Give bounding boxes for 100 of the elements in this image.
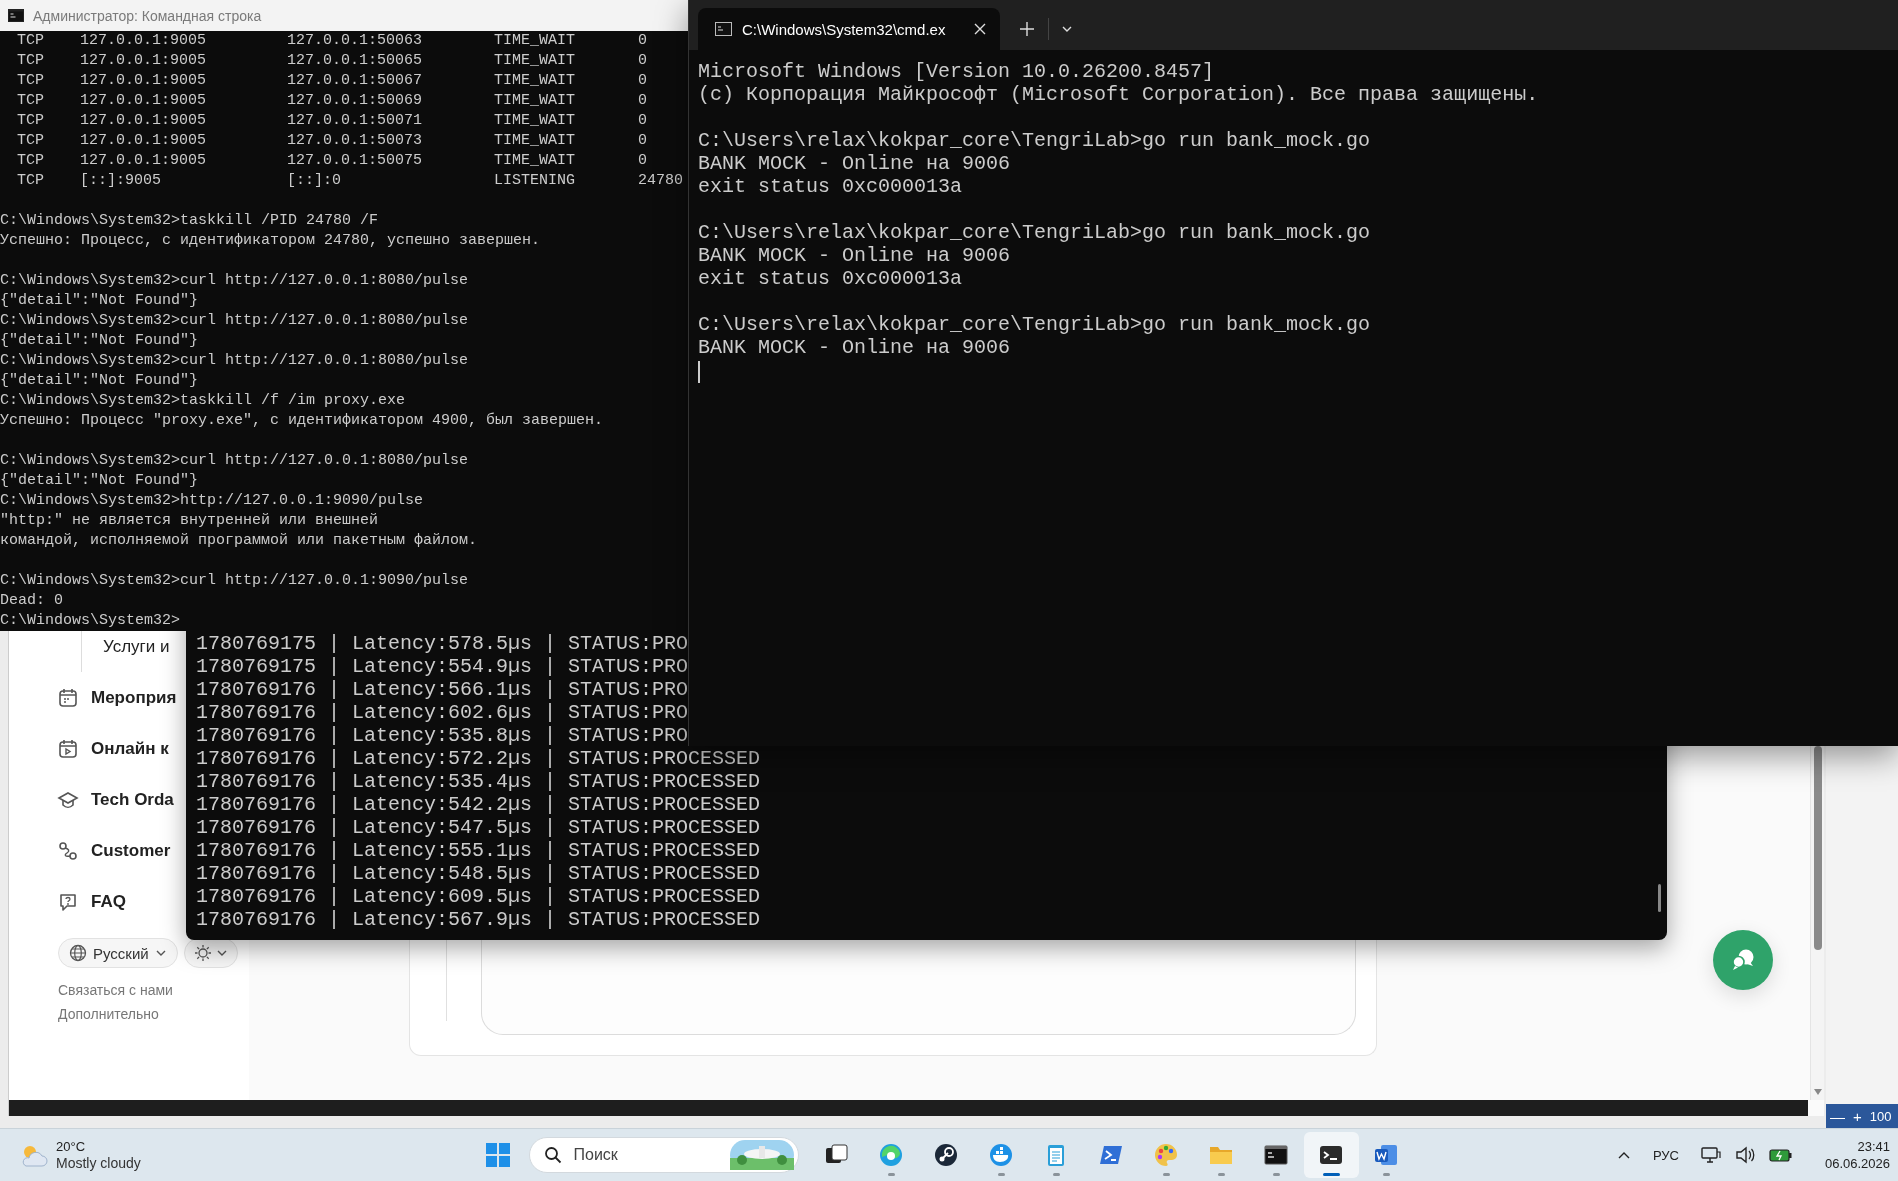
search-icon — [543, 1146, 562, 1164]
console-line: C:\Windows\System32>curl http://127.0.0.1:8080/pulse — [0, 271, 469, 291]
globe-icon — [69, 944, 87, 962]
sidebar-item[interactable]: Customer — [91, 840, 171, 861]
sidebar-item[interactable]: Услуги и — [103, 637, 170, 657]
table-cell-text: 0 — [638, 71, 648, 91]
weather-widget[interactable]: 20°C Mostly cloudy — [18, 1138, 141, 1172]
weather-condition: Mostly cloudy — [56, 1155, 141, 1172]
running-indicator — [1052, 1173, 1060, 1176]
temperature: 20°C — [56, 1138, 87, 1155]
table-cell-text: [::]:0 — [287, 171, 342, 191]
sidebar-item[interactable]: Мероприя — [91, 687, 177, 708]
language-selector[interactable]: Русский — [58, 938, 178, 968]
table-cell-text: 24780 — [638, 171, 684, 191]
table-cell-text: TIME_WAIT — [494, 31, 576, 51]
footer-link[interactable]: Связаться с нами — [58, 978, 249, 1002]
input-language[interactable]: РУС — [1652, 1147, 1679, 1163]
table-cell-text: 0 — [638, 51, 648, 71]
console-line: BANK MOCK - Online на 9006 — [698, 244, 1011, 267]
table-cell-text: TCP — [17, 151, 45, 171]
table-cell-text: 127.0.0.1:50071 — [287, 111, 424, 131]
text-cursor — [698, 361, 700, 383]
table-cell-text: TCP — [17, 171, 45, 191]
log-line: 1780769176 | Latency:542.2µs | STATUS:PROCESSED — [196, 793, 761, 816]
sidebar-item[interactable]: Tech Orda — [91, 789, 174, 810]
log-line: 1780769176 | Latency:566.1µs | STATUS:PRO — [196, 678, 689, 701]
console-line: exit status 0xc000013a — [698, 267, 963, 290]
table-cell-text: TCP — [17, 51, 45, 71]
console-line: Успешно: Процесс, с идентификатором 24780, успешно завершен. — [0, 231, 541, 251]
volume-icon[interactable] — [1734, 1146, 1755, 1164]
palette-icon — [1153, 1142, 1179, 1168]
battery-icon[interactable] — [1768, 1147, 1793, 1163]
table-cell-text: TIME_WAIT — [494, 131, 576, 151]
document-icon — [1373, 1142, 1399, 1168]
log-line: 1780769175 | Latency:554.9µs | STATUS:PRO — [196, 655, 689, 678]
table-cell-text: 127.0.0.1:9005 — [80, 111, 208, 131]
tab[interactable]: C:\Windows\System32\cmd.ex — [698, 8, 1000, 50]
console-line: C:\Windows\System32>taskkill /f /im proxy.exe — [0, 391, 406, 411]
log-line: 1780769176 | Latency:572.2µs | STATUS:PROCESSED — [196, 747, 761, 770]
table-cell-text: 127.0.0.1:9005 — [80, 51, 208, 71]
log-line: 1780769176 | Latency:555.1µs | STATUS:PROCESSED — [196, 839, 761, 862]
table-cell-text: [::]:9005 — [80, 171, 162, 191]
table-cell-text: 127.0.0.1:9005 — [80, 71, 208, 91]
console-line: BANK MOCK - Online на 9006 — [698, 336, 1011, 359]
zoom-in-button[interactable]: + — [1853, 1107, 1862, 1125]
running-indicator — [997, 1173, 1005, 1176]
log-line: 1780769176 | Latency:609.5µs | STATUS:PROCESSED — [196, 885, 761, 908]
table-cell-text: TIME_WAIT — [494, 71, 576, 91]
table-cell-text: LISTENING — [494, 171, 576, 191]
sidebar-item[interactable]: Онлайн к — [91, 738, 169, 759]
taskbar-app[interactable] — [1303, 1132, 1359, 1178]
search-bar[interactable]: Поиск — [528, 1137, 799, 1173]
search-input[interactable]: Поиск — [571, 1145, 720, 1165]
theme-selector[interactable] — [183, 938, 238, 968]
table-cell-text: TIME_WAIT — [494, 151, 576, 171]
video-calendar-icon — [57, 737, 79, 760]
start-icon[interactable] — [484, 1142, 511, 1168]
console-icon — [8, 9, 24, 22]
network-icon[interactable] — [1700, 1146, 1721, 1164]
console-line: C:\Windows\System32>taskkill /PID 24780 /F — [0, 211, 379, 231]
scrollbar[interactable] — [1810, 746, 1824, 1100]
console-line: C:\Users\relax\kokpar_core\TengriLab>go run bank_mock.go — [698, 221, 1371, 244]
console-line: (c) Корпорация Майкрософт (Microsoft Corporation). Все права защищены. — [698, 83, 1539, 106]
console-line: exit status 0xc000013a — [698, 175, 963, 198]
browser-icon — [878, 1142, 904, 1168]
table-cell-text: 127.0.0.1:50069 — [287, 91, 424, 111]
scrollbar-thumb[interactable] — [1813, 746, 1822, 950]
running-indicator — [1382, 1173, 1390, 1176]
table-cell-text: 127.0.0.1:9005 — [80, 131, 208, 151]
table-cell-text: TIME_WAIT — [494, 91, 576, 111]
console-line: C:\Windows\System32>curl http://127.0.0.1:8080/pulse — [0, 451, 469, 471]
running-indicator — [1217, 1173, 1225, 1176]
window-title: Администратор: Командная строка — [33, 7, 262, 24]
log-line: 1780769176 | Latency:547.5µs | STATUS:PROCESSED — [196, 816, 761, 839]
console-line: Dead: 0 — [0, 591, 63, 611]
zoom-level: 100 — [1869, 1108, 1892, 1124]
table-cell-text: 127.0.0.1:50075 — [287, 151, 424, 171]
log-line: 1780769176 | Latency:535.4µs | STATUS:PROCESSED — [196, 770, 761, 793]
whale-icon — [988, 1142, 1014, 1168]
table-cell-text: 127.0.0.1:9005 — [80, 31, 208, 51]
zoom-out-button[interactable]: — — [1830, 1107, 1845, 1125]
console-line: {"detail":"Not Found"} — [0, 471, 199, 491]
console-line: Успешно: Процесс "proxy.exe", с идентификатором 4900, был завершен. — [0, 411, 604, 431]
chat-button[interactable] — [1713, 930, 1773, 990]
scrollbar-thumb[interactable] — [1658, 884, 1661, 912]
console-icon — [715, 22, 732, 36]
new-tab-icon[interactable] — [1020, 22, 1034, 36]
log-line: 1780769176 | Latency:602.6µs | STATUS:PRO — [196, 701, 689, 724]
running-indicator — [887, 1173, 895, 1176]
gamepad-icon — [933, 1142, 959, 1168]
close-icon[interactable] — [974, 23, 986, 35]
table-cell-text: 0 — [638, 131, 648, 151]
console-line: C:\Windows\System32>curl http://127.0.0.1:9090/pulse — [0, 571, 469, 591]
log-line: 1780769176 | Latency:535.8µs | STATUS:PRO — [196, 724, 689, 747]
clock[interactable]: 23:41 06.06.2026 — [1824, 1138, 1890, 1172]
console-line: {"detail":"Not Found"} — [0, 331, 199, 351]
console-line: командой, исполняемой программой или пакетным файлом. — [0, 531, 478, 551]
table-cell-text: 0 — [638, 111, 648, 131]
sidebar-item[interactable]: FAQ — [91, 891, 126, 912]
footer-link[interactable]: Дополнительно — [58, 1002, 249, 1026]
